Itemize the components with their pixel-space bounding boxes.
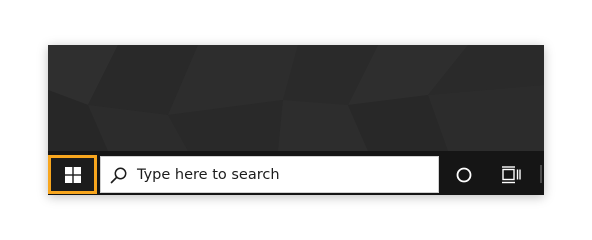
task-view-button[interactable] [494, 156, 528, 193]
search-input[interactable]: Type here to search [100, 156, 439, 193]
circle-icon [456, 167, 472, 182]
taskbar-edge-divider [540, 165, 542, 183]
cortana-button[interactable] [447, 156, 481, 193]
start-button[interactable] [48, 155, 97, 194]
task-view-icon [502, 165, 521, 183]
desktop-screen: Type here to search [48, 45, 544, 195]
windows-logo-icon [64, 166, 81, 183]
search-icon [109, 165, 129, 185]
taskbar: Type here to search [48, 151, 544, 195]
search-placeholder: Type here to search [137, 166, 280, 183]
desktop-wallpaper [48, 45, 544, 151]
